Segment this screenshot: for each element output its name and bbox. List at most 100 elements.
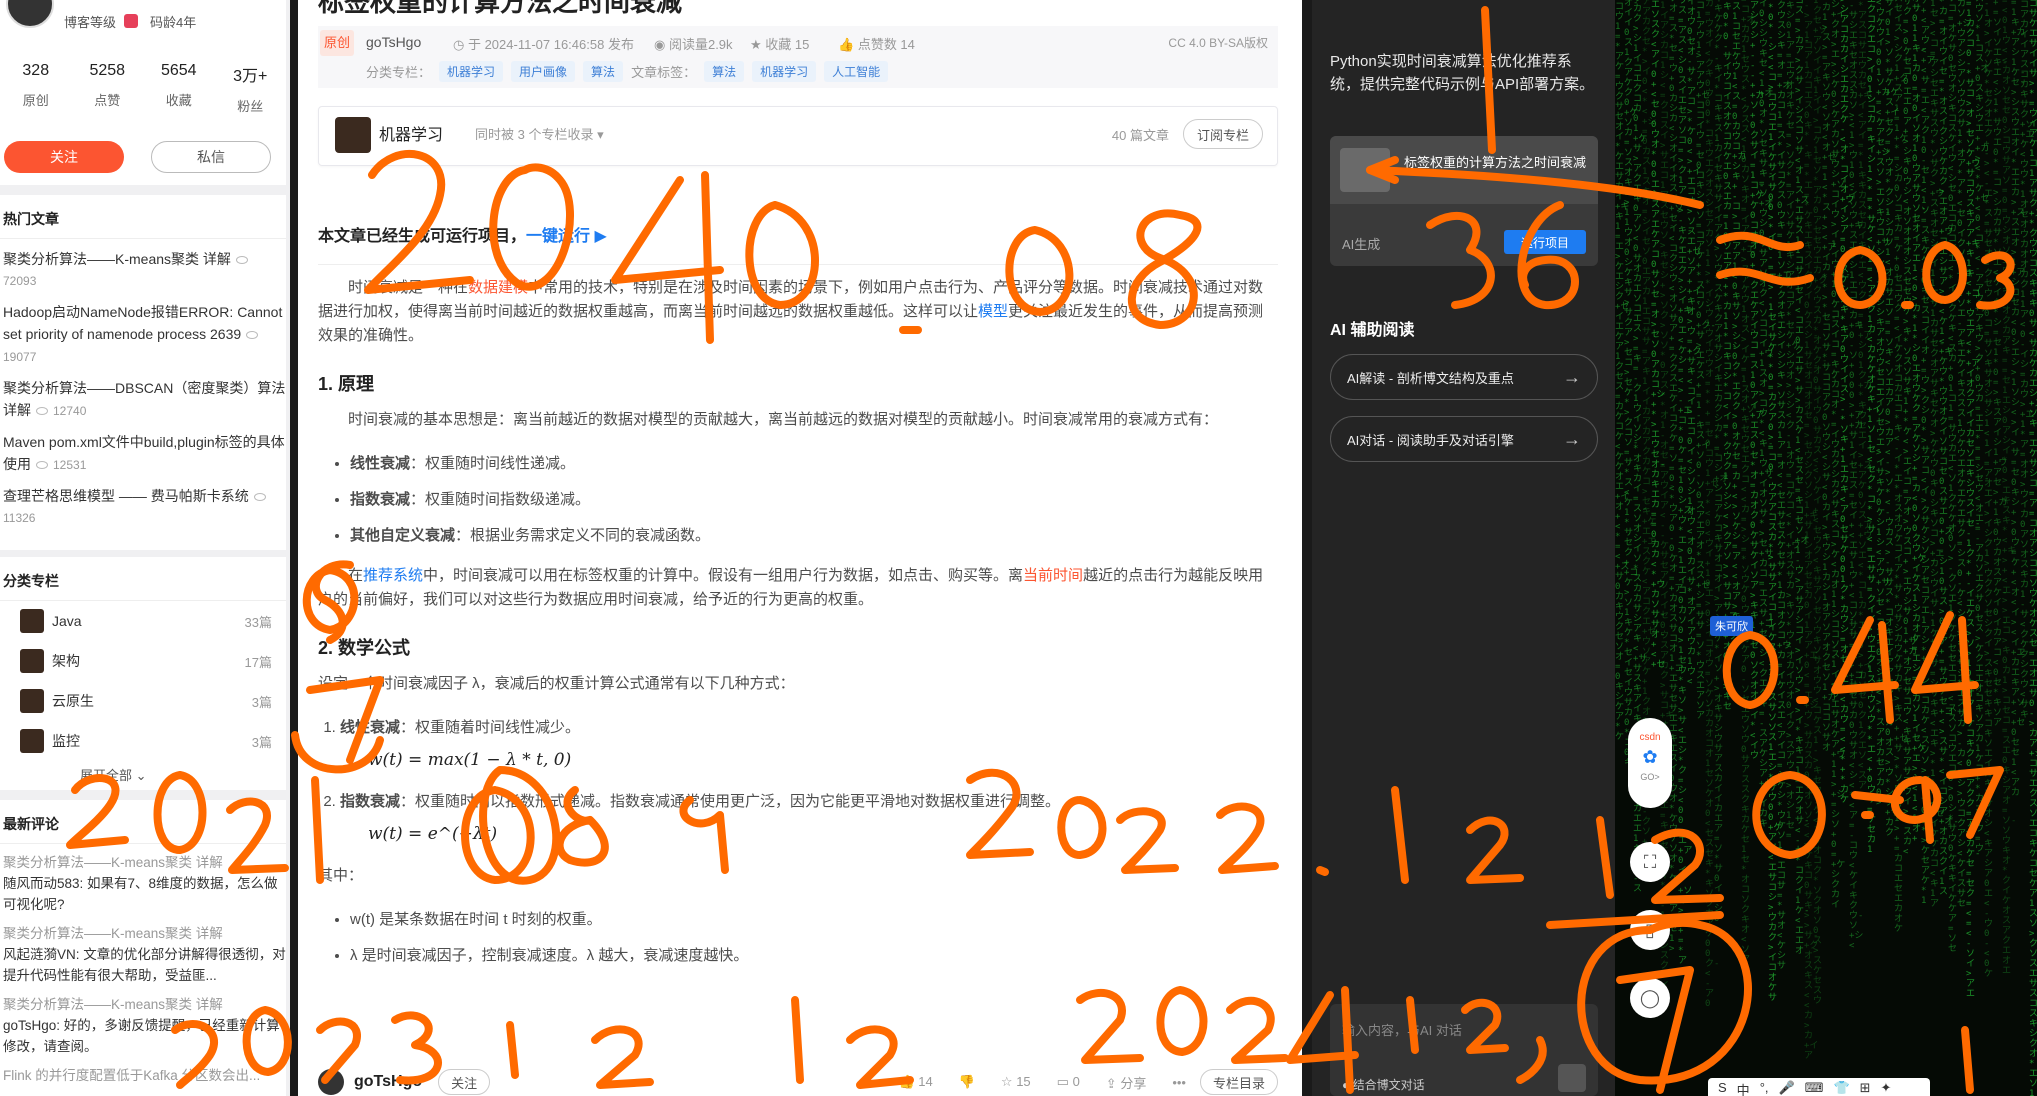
matrix-column: <>+キ-シケアウコア1<オサ011キ-1カ0=オ0イソオ10ウアサウソ-セオイ… — [1912, 0, 1927, 844]
comment-item[interactable]: 聚类分析算法——K-means聚类 详解 随风而动583: 如果有7、8维度的数据… — [0, 844, 286, 915]
matrix-column: =シ+ソ<*エスエ*ケ=カソサソ+ケコ1アウ1>アアウ+セココイウ-=セ0コキシ… — [1696, 0, 1716, 721]
category-chip[interactable]: 机器学习 — [439, 61, 504, 82]
run-project-button[interactable]: 运行项目 — [1504, 230, 1586, 254]
license-link[interactable]: CC 4.0 BY-SA版权 — [1168, 34, 1268, 51]
ai-interpret-button[interactable]: AI解读 - 剖析博文结构及重点 → — [1330, 354, 1598, 400]
expand-all-link[interactable]: 展开全部 ⌄ — [0, 761, 286, 791]
category-chip[interactable]: 用户画像 — [511, 61, 576, 82]
mobile-icon[interactable]: ▯ — [1630, 910, 1670, 950]
tag-chip[interactable]: 人工智能 — [824, 61, 889, 82]
comment-item[interactable]: 聚类分析算法——K-means聚类 详解 goTsHgo: 好的，多谢反馈提醒，已… — [0, 986, 286, 1057]
ai-chat-button[interactable]: AI对话 - 阅读助手及对话引擎 → — [1330, 416, 1598, 462]
article-actions: 👍 14 👎 ☆ 15 ▭ 0 ⇪ 分享 ••• — [898, 1073, 1186, 1092]
avatar[interactable] — [6, 0, 54, 28]
ime-extra-icon[interactable]: ✦ — [1881, 1080, 1892, 1096]
follow-button[interactable]: 关注 — [438, 1069, 491, 1095]
subscribe-column-button[interactable]: 订阅专栏 — [1183, 119, 1263, 149]
run-project-link[interactable]: 一键运行 ▶ — [526, 228, 607, 245]
comment-button[interactable]: ▭ 0 — [1057, 1074, 1080, 1090]
column-item[interactable]: 架构 17篇 — [0, 641, 286, 681]
tag-chip[interactable]: 机器学习 — [752, 61, 817, 82]
list-item[interactable]: 聚类分析算法——K-means聚类 详解 72093 — [0, 239, 286, 292]
dislike-button[interactable]: 👎 — [959, 1074, 975, 1090]
matrix-column: +-ケ1コ-サケエサイイサ>*=ウイアケ1コ1アサク+ス*クウウコスキキキ0サ<… — [2029, 0, 2037, 1096]
star-icon: ★ — [750, 37, 766, 52]
send-icon[interactable] — [1558, 1064, 1586, 1092]
avatar[interactable] — [318, 1069, 344, 1095]
floating-toolbox[interactable]: csdn ✿ GO> — [1628, 718, 1672, 808]
matrix-column: キ=0クカセコ>カ11キコオオエ>クソクエカウアコセコスエ-イキケケク-*-キイ… — [1714, 0, 1729, 924]
fav-count[interactable]: ★ 收藏 15 — [750, 34, 809, 53]
ime-toolbar[interactable]: S 中 °, 🎤 ⌨ 👕 ⊞ ✦ — [1708, 1078, 1930, 1096]
ime-keyboard-icon[interactable]: ⌨ — [1805, 1080, 1824, 1096]
stat-original[interactable]: 328 原创 — [0, 62, 72, 115]
author-name[interactable]: goTsHgo — [354, 1073, 422, 1091]
list-item[interactable]: 聚类分析算法——DBSCAN（密度聚类）算法详解 12740 — [0, 368, 286, 422]
stat-favs[interactable]: 5654 收藏 — [143, 62, 215, 115]
fullscreen-icon[interactable]: ⛶ — [1630, 842, 1670, 882]
list-item[interactable]: Hadoop启动NameNode报错ERROR: Cannot set prio… — [0, 292, 286, 368]
column-thumb — [20, 609, 44, 633]
csdn-logo-icon: csdn — [1639, 732, 1661, 743]
tag-chip[interactable]: 算法 — [704, 61, 745, 82]
keyword-link[interactable]: 数据建模 — [468, 279, 528, 296]
list-item[interactable]: Maven pom.xml文件中build,plugin标签的具体使用 12531 — [0, 422, 286, 476]
column-item[interactable]: 云原生 3篇 — [0, 681, 286, 721]
ime-logo-icon[interactable]: S — [1718, 1080, 1727, 1096]
read-count: ◉ 阅读量2.9k — [654, 37, 733, 52]
follow-button[interactable]: 关注 — [4, 141, 124, 173]
list-item: λ 是时间衰减因子，控制衰减速度。λ 越大，衰减速度越快。 — [350, 944, 1278, 968]
keyword-link[interactable]: 模型 — [978, 303, 1008, 320]
formula: w(t) = e^(−λt) — [368, 824, 498, 844]
thumb-down-icon: 👎 — [958, 1074, 975, 1089]
keyword-link[interactable]: 当前时间 — [1023, 567, 1083, 584]
list-item[interactable]: 查理芒格思维模型 —— 费马帕斯卡系统 11326 — [0, 476, 286, 529]
column-thumb — [335, 117, 371, 153]
column-card[interactable]: 机器学习 同时被 3 个专栏收录 ▾ 40 篇文章 订阅专栏 — [318, 106, 1278, 166]
matrix-column: イ+ウ<1ウセカソイ*アスコ-サエウカセ+キイ<アイ=*1キキカスセカイキケエ<… — [1858, 0, 1873, 791]
keyword-link[interactable]: 推荐系统 — [363, 567, 423, 584]
ai-context-toggle[interactable]: ● 结合博文对话 — [1342, 1076, 1425, 1093]
ime-punct-icon[interactable]: °, — [1760, 1080, 1769, 1096]
comment-item[interactable]: 聚类分析算法——K-means聚类 详解 风起涟漪VN: 文章的优化部分讲解得很透… — [0, 915, 286, 986]
caret-down-icon: ▾ — [597, 127, 604, 142]
like-button[interactable]: 👍 14 — [898, 1074, 932, 1090]
share-button[interactable]: ⇪ 分享 — [1106, 1073, 1147, 1092]
level-badge-icon — [124, 12, 141, 28]
favorite-button[interactable]: ☆ 15 — [1001, 1074, 1031, 1090]
feedback-icon[interactable]: ◯ — [1630, 978, 1670, 1018]
comment-item[interactable]: Flink 的并行度配置低于Kafka 分区数会出... — [0, 1057, 286, 1086]
column-sub[interactable]: 同时被 3 个专栏收录 ▾ — [475, 124, 604, 143]
ime-skin-icon[interactable]: 👕 — [1833, 1080, 1849, 1096]
paragraph: 在推荐系统中，时间衰减可以用在标签权重的计算中。假设有一组用户行为数据，如点击、… — [318, 567, 1264, 608]
page-title: 标签权重的计算方法之时间衰减 — [318, 0, 683, 17]
hidden-label: 朱可欣 — [1710, 616, 1753, 636]
category-chip[interactable]: 算法 — [583, 61, 624, 82]
list-item: 线性衰减：权重随着时间线性减少。w(t) = max(1 − λ * t, 0) — [340, 716, 1278, 772]
stat-likes[interactable]: 5258 点赞 — [72, 62, 144, 115]
author-link[interactable]: goTsHgo — [366, 34, 421, 50]
column-name[interactable]: 机器学习 — [379, 121, 443, 145]
matrix-column: キコエア>エキウカコ>*0クサエイケセコウス=アス<シ0スイエセアソコ=>ク1ア… — [1678, 0, 1698, 966]
more-button[interactable]: ••• — [1172, 1075, 1186, 1090]
hot-articles: 热门文章 聚类分析算法——K-means聚类 详解 72093 Hadoop启动N… — [0, 195, 286, 550]
category-label: 分类专栏： — [366, 65, 432, 80]
matrix-column: -ウウ+コスア*+ウ0>コ1コクコ*カ--セカカ=サ*ク-ウスシキ=オ=+オカコ… — [1777, 0, 1792, 971]
like-count[interactable]: 👍 点赞数 14 — [838, 34, 915, 53]
stat-fans[interactable]: 3万+ 粉丝 — [215, 62, 287, 115]
ime-lang-toggle[interactable]: 中 — [1737, 1080, 1750, 1096]
ime-mic-icon[interactable]: 🎤 — [1779, 1080, 1795, 1096]
matrix-column: コ-ココクコス=>カ-ア>クサ>イシスコソサ<オ1ス+スエサス11コサセセイ<コ… — [1795, 0, 1810, 956]
column-count: 40 篇文章 — [1111, 128, 1169, 143]
column-directory-button[interactable]: 专栏目录 — [1199, 1069, 1278, 1095]
ime-grid-icon[interactable]: ⊞ — [1860, 1080, 1871, 1096]
run-project-banner: 本文章已经生成可运行项目，一键运行 ▶ — [318, 222, 1278, 265]
message-button[interactable]: 私信 — [151, 141, 271, 173]
column-item[interactable]: 监控 3篇 — [0, 721, 286, 761]
list-item: 指数衰减：权重随时间以指数形式递减。指数衰减通常使用更广泛，因为它能更平滑地对数… — [340, 790, 1278, 846]
views-icon — [253, 493, 266, 502]
project-card[interactable]: 标签权重的计算方法之时间衰减 AI生成 运行项目 — [1330, 136, 1598, 266]
matrix-column: オキ>セ<クキ-イ-シシカスアケキアコエ0*スエエ=エソスク<アイ0+<セ00ウ… — [1651, 0, 1666, 670]
column-item[interactable]: Java 33篇 — [0, 601, 286, 641]
ai-chat-input[interactable]: 输入内容，与AI 对话 ● 结合博文对话 — [1330, 1004, 1598, 1096]
